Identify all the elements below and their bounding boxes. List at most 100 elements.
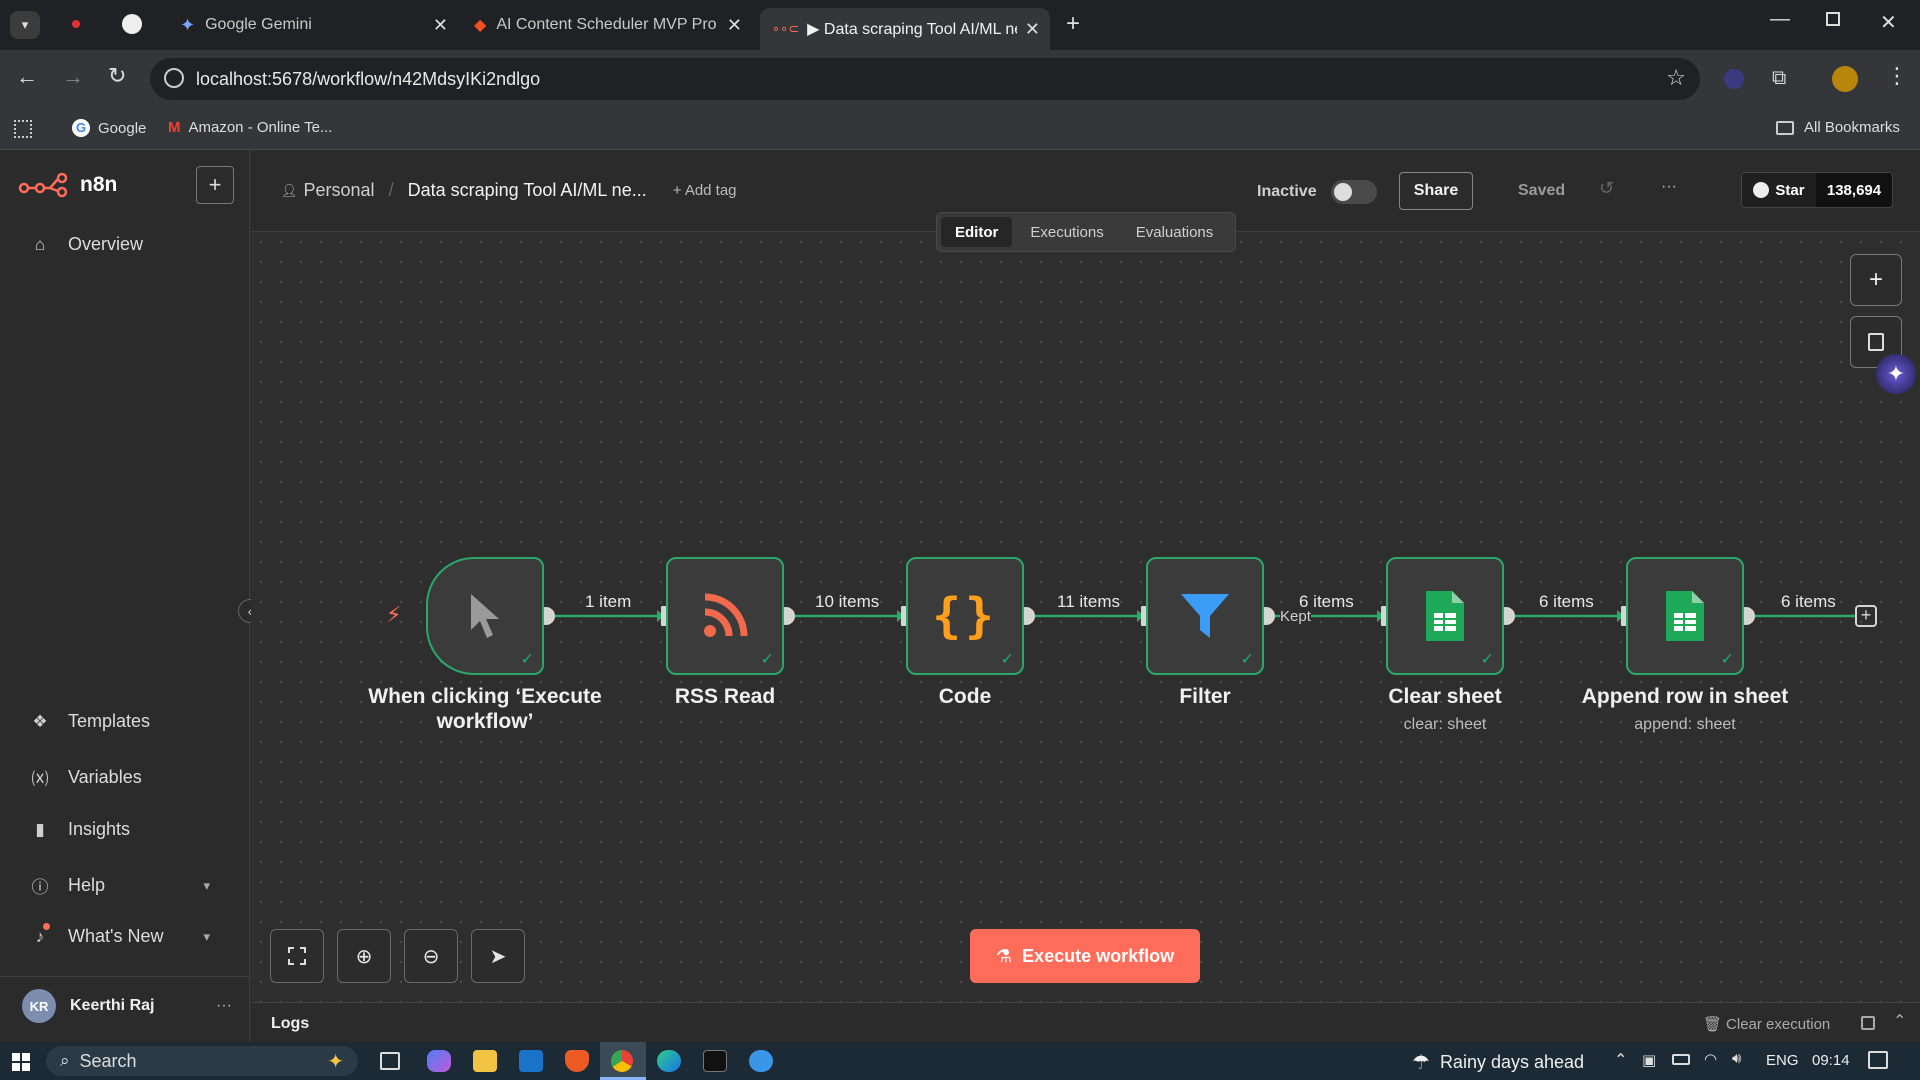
taskbar-search[interactable]: ⌕ Search ✦: [46, 1046, 358, 1076]
windows-start-icon[interactable]: [12, 1053, 30, 1071]
node-label: Filter: [1179, 685, 1231, 708]
apps-grid-icon[interactable]: [14, 120, 32, 138]
share-button[interactable]: Share: [1399, 172, 1473, 210]
bookmark-amazon[interactable]: M Amazon - Online Te...: [168, 119, 332, 136]
add-tag-button[interactable]: + Add tag: [673, 182, 737, 199]
tab-editor[interactable]: Editor: [941, 217, 1013, 247]
brave-icon[interactable]: [565, 1050, 589, 1072]
clock[interactable]: 09:14: [1812, 1052, 1850, 1069]
close-icon[interactable]: ✕: [433, 15, 448, 36]
profile-avatar[interactable]: [1832, 66, 1858, 92]
sidebar-item-variables[interactable]: ⒳ Variables: [28, 765, 142, 790]
site-info-icon[interactable]: [164, 68, 184, 88]
pop-out-icon[interactable]: [1861, 1016, 1875, 1030]
open-nodes-panel-button[interactable]: +: [1850, 254, 1902, 306]
browser-toolbar: ← → ↻ localhost:5678/workflow/n42MdsyIKi…: [0, 50, 1920, 108]
chevron-down-icon: ▾: [203, 877, 210, 893]
close-icon[interactable]: ✕: [727, 15, 742, 36]
create-button[interactable]: +: [196, 166, 234, 204]
back-icon[interactable]: ←: [16, 64, 38, 90]
notifications-icon[interactable]: [1868, 1051, 1888, 1069]
tab-evaluations[interactable]: Evaluations: [1122, 217, 1228, 247]
github-icon[interactable]: [122, 14, 142, 34]
close-window-button[interactable]: ✕: [1880, 10, 1897, 35]
chrome-taskbar-button[interactable]: [600, 1042, 646, 1080]
node-label: Code: [938, 685, 992, 708]
node-rss-read[interactable]: ✓: [666, 557, 784, 675]
node-append-row[interactable]: ✓: [1626, 557, 1744, 675]
workflow-name[interactable]: Data scraping Tool AI/ML ne...: [408, 180, 647, 201]
battery-icon[interactable]: [1672, 1054, 1690, 1065]
task-view-icon[interactable]: [380, 1052, 400, 1070]
user-menu[interactable]: KR Keerthi Raj ···: [22, 988, 232, 1024]
zoom-to-fit-button[interactable]: [270, 929, 324, 983]
execute-workflow-button[interactable]: ⚗ Execute workflow: [970, 929, 1200, 983]
n8n-logo[interactable]: n8n: [18, 172, 117, 198]
url-bar[interactable]: localhost:5678/workflow/n42MdsyIKi2ndlgo…: [150, 58, 1700, 100]
all-bookmarks[interactable]: All Bookmarks: [1776, 119, 1900, 136]
success-check-icon: ✓: [1000, 651, 1014, 668]
user-more-button[interactable]: ···: [216, 997, 232, 1015]
minimize-button[interactable]: —: [1770, 8, 1790, 31]
node-manual-trigger[interactable]: ✓: [426, 557, 544, 675]
node-filter[interactable]: ✓: [1146, 557, 1264, 675]
workflow-more-button[interactable]: ···: [1661, 178, 1677, 196]
bookmark-google[interactable]: G Google: [72, 119, 146, 137]
flask-icon: ⚗: [995, 945, 1013, 966]
tab-google-gemini[interactable]: ✦ Google Gemini ✕: [168, 8, 458, 42]
edge-icon[interactable]: [657, 1050, 681, 1072]
tab-ai-content-scheduler[interactable]: ◆ AI Content Scheduler MVP Prot ✕: [462, 8, 752, 42]
tidy-up-button[interactable]: ➤: [471, 929, 525, 983]
zoom-in-button[interactable]: ⊕: [337, 929, 391, 983]
reload-icon[interactable]: ↻: [108, 63, 126, 89]
google-sheets-icon: [1666, 591, 1704, 641]
browser-menu-icon[interactable]: ⋮: [1886, 63, 1908, 89]
meet-icon[interactable]: ▣: [1642, 1051, 1656, 1069]
tray-chevron-up-icon[interactable]: ⌃: [1614, 1050, 1627, 1070]
volume-icon[interactable]: 🔊︎: [1732, 1050, 1741, 1067]
github-icon: [1753, 182, 1770, 198]
extensions-icon[interactable]: ⧉: [1772, 67, 1786, 90]
copilot-app-icon[interactable]: [427, 1050, 451, 1072]
trash-icon: 🗑︎: [1703, 1016, 1723, 1033]
file-explorer-icon[interactable]: [473, 1050, 497, 1072]
sidebar-item-help[interactable]: ⓘ Help ▾: [28, 873, 211, 898]
node-clear-sheet[interactable]: ✓: [1386, 557, 1504, 675]
node-code[interactable]: {} ✓: [906, 557, 1024, 675]
clear-execution-button[interactable]: 🗑︎ Clear execution: [1703, 1015, 1830, 1034]
sidebar-item-templates[interactable]: ❖ Templates: [28, 711, 150, 732]
tab-data-scraping-tool[interactable]: ∘∘⊂ ▶ Data scraping Tool AI/ML ne ✕: [760, 8, 1050, 50]
weather-widget[interactable]: ☂ Rainy days ahead: [1412, 1050, 1584, 1075]
ai-assistant-button[interactable]: ✦: [1876, 354, 1916, 394]
bookmark-star-icon[interactable]: ☆: [1666, 65, 1686, 91]
restore-button[interactable]: [1826, 12, 1840, 26]
tab-executions[interactable]: Executions: [1016, 217, 1117, 247]
outlook-icon[interactable]: [519, 1050, 543, 1072]
wifi-icon[interactable]: ◠: [1704, 1050, 1717, 1068]
toggle-switch[interactable]: [1330, 180, 1377, 204]
github-star-count: 138,694: [1816, 173, 1892, 207]
history-icon[interactable]: ↺: [1599, 178, 1614, 199]
chevron-up-icon[interactable]: ⌃: [1893, 1011, 1906, 1031]
app-icon[interactable]: [749, 1050, 773, 1072]
node-subtitle: clear: sheet: [1403, 716, 1487, 733]
add-node-button[interactable]: +: [1855, 605, 1877, 627]
sidebar-item-overview[interactable]: ⌂ Overview: [28, 234, 143, 255]
tab-list-button[interactable]: ▾: [10, 11, 40, 39]
gemini-extension-icon[interactable]: [1724, 69, 1744, 89]
forward-icon[interactable]: →: [62, 64, 84, 90]
zoom-out-button[interactable]: ⊖: [404, 929, 458, 983]
github-star-button[interactable]: Star 138,694: [1741, 172, 1893, 208]
terminal-icon[interactable]: [703, 1050, 727, 1072]
language-indicator[interactable]: ENG: [1766, 1052, 1799, 1069]
new-tab-button[interactable]: +: [1066, 10, 1080, 38]
active-toggle[interactable]: Inactive: [1257, 180, 1377, 204]
filter-icon: [1181, 594, 1229, 638]
sidebar-item-insights[interactable]: ▮ Insights: [28, 819, 130, 840]
logs-panel-bar[interactable]: Logs 🗑︎ Clear execution ⌃: [251, 1002, 1920, 1042]
close-icon[interactable]: ✕: [1025, 19, 1040, 40]
project-link[interactable]: Personal: [304, 180, 375, 201]
workflow-canvas[interactable]: 1 item 10 items 11 items 6 items Kept 6 …: [251, 232, 1920, 1002]
node-label: When clicking ‘Execute workflow’: [368, 685, 602, 733]
sidebar-item-whats-new[interactable]: ♪ What's New ▾: [28, 926, 210, 947]
